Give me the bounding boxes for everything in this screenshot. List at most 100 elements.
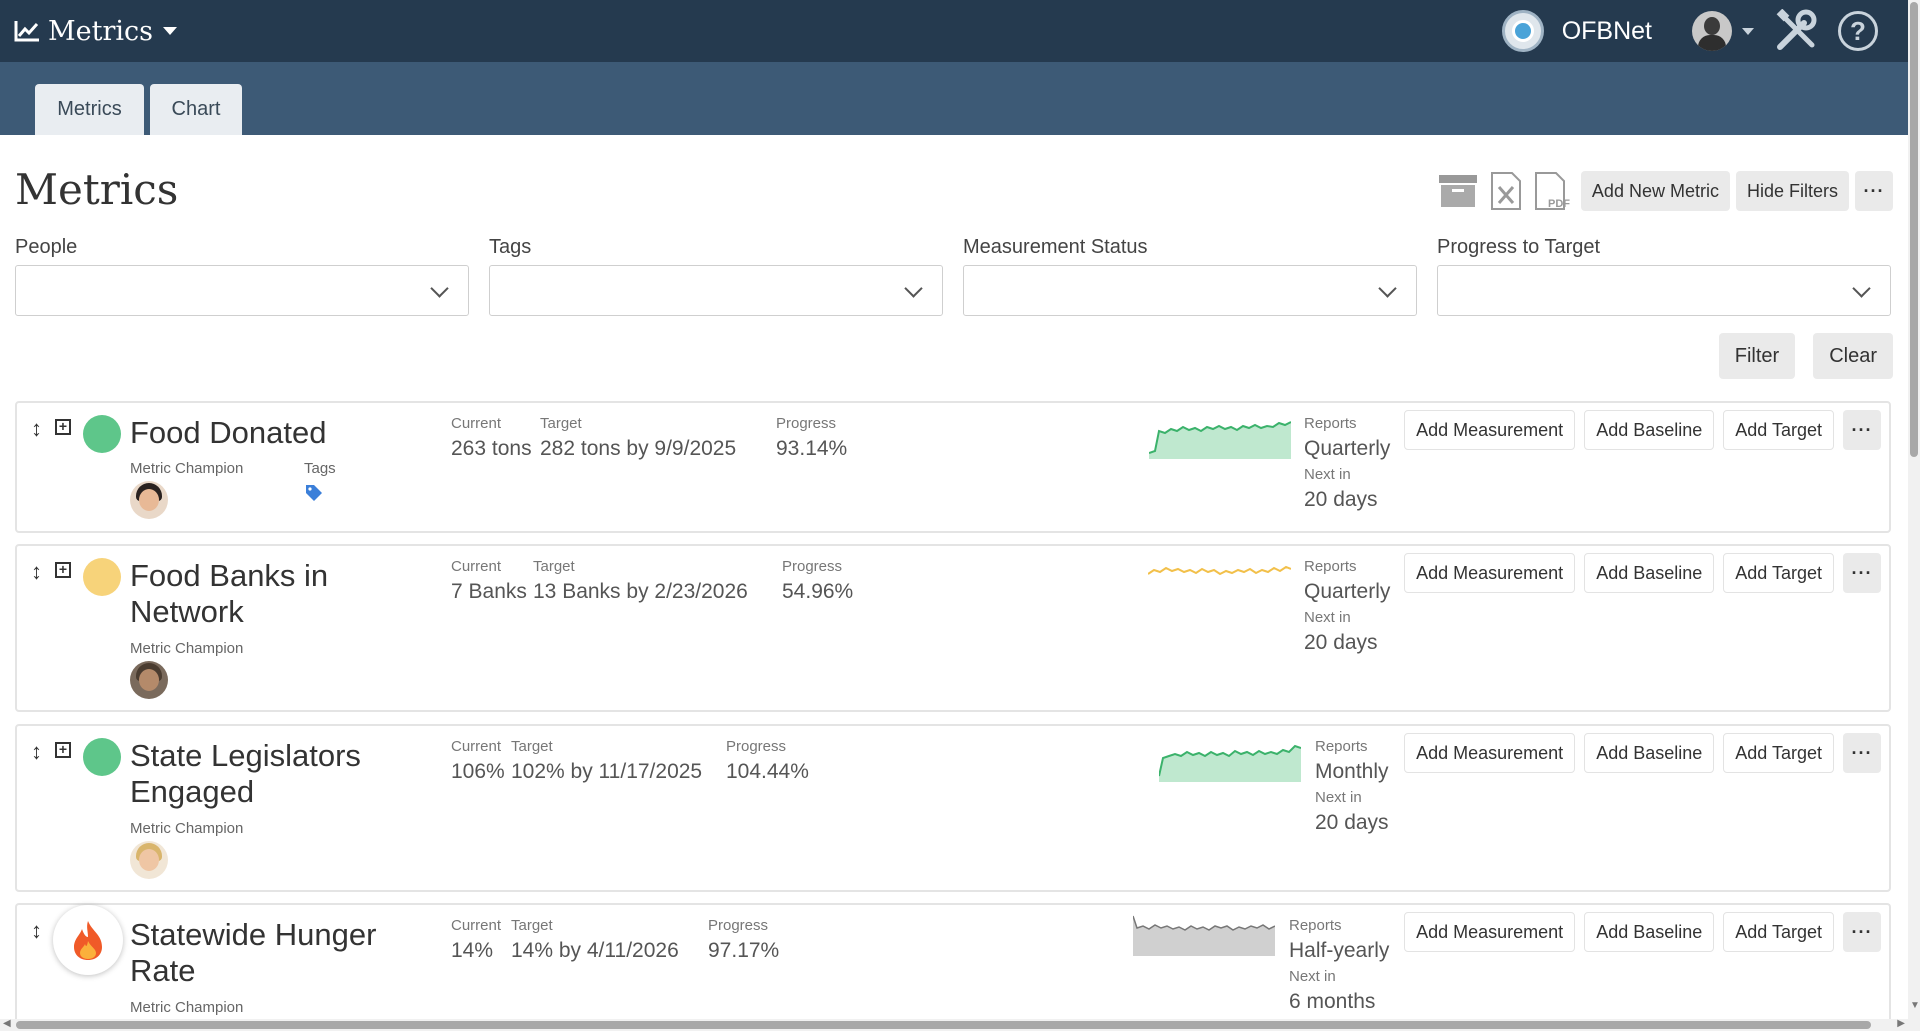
- horizontal-scrollbar[interactable]: ◀ ▶: [0, 1018, 1908, 1031]
- next-in-value: 20 days: [1315, 811, 1389, 834]
- page-title: Metrics: [15, 165, 179, 214]
- tag-icon[interactable]: [305, 484, 323, 502]
- chevron-down-icon: [1378, 279, 1397, 298]
- metric-card: ↕ + Food Banks in Network Metric Champio…: [15, 544, 1891, 712]
- metric-more-button[interactable]: ···: [1843, 410, 1881, 450]
- help-icon[interactable]: ?: [1838, 11, 1878, 51]
- add-measurement-button[interactable]: Add Measurement: [1404, 410, 1576, 450]
- target-label: Target: [540, 415, 582, 432]
- scroll-right-arrow-icon[interactable]: ▶: [1897, 1018, 1905, 1029]
- sparkline: [1159, 744, 1301, 782]
- scroll-left-arrow-icon[interactable]: ◀: [3, 1018, 11, 1029]
- metric-name[interactable]: Food Banks in Network: [130, 558, 440, 630]
- next-in-label: Next in: [1289, 968, 1336, 985]
- sparkline: [1133, 915, 1275, 956]
- add-measurement-button[interactable]: Add Measurement: [1404, 553, 1576, 593]
- more-options-button[interactable]: ···: [1855, 171, 1893, 211]
- reports-value: Half-yearly: [1289, 939, 1390, 962]
- progress-select[interactable]: [1437, 265, 1891, 316]
- line-chart-icon: [14, 21, 39, 42]
- archive-icon[interactable]: [1437, 170, 1479, 212]
- app-title: Metrics: [48, 15, 153, 47]
- progress-value: 104.44%: [726, 760, 809, 783]
- people-select[interactable]: [15, 265, 469, 316]
- org-name[interactable]: OFBNet: [1562, 17, 1652, 46]
- reports-value: Quarterly: [1304, 437, 1391, 460]
- reports-value: Monthly: [1315, 760, 1389, 783]
- champion-avatar[interactable]: [130, 481, 168, 519]
- add-baseline-button[interactable]: Add Baseline: [1584, 912, 1715, 952]
- measurement-status-select[interactable]: [963, 265, 1417, 316]
- add-baseline-button[interactable]: Add Baseline: [1584, 410, 1715, 450]
- add-baseline-button[interactable]: Add Baseline: [1584, 733, 1715, 773]
- current-value: 263 tons: [451, 437, 532, 460]
- hide-filters-button[interactable]: Hide Filters: [1735, 171, 1849, 211]
- target-label: Target: [511, 917, 553, 934]
- add-baseline-button[interactable]: Add Baseline: [1584, 553, 1715, 593]
- tags-filter-label: Tags: [489, 236, 532, 258]
- drag-handle-icon[interactable]: ↕: [31, 559, 42, 585]
- add-measurement-button[interactable]: Add Measurement: [1404, 733, 1576, 773]
- metric-actions: Add Measurement Add Baseline Add Target …: [1404, 912, 1881, 952]
- people-filter-label: People: [15, 236, 78, 258]
- drag-handle-icon[interactable]: ↕: [31, 739, 42, 765]
- expand-icon[interactable]: +: [55, 742, 71, 758]
- user-menu-caret-icon[interactable]: [1742, 27, 1754, 35]
- expand-icon[interactable]: +: [55, 419, 71, 435]
- add-target-button[interactable]: Add Target: [1723, 733, 1834, 773]
- target-value: 14% by 4/11/2026: [511, 939, 679, 962]
- add-target-button[interactable]: Add Target: [1723, 553, 1834, 593]
- svg-text:PDF: PDF: [1548, 198, 1570, 210]
- reports-label: Reports: [1315, 738, 1368, 755]
- status-dot-green: [83, 415, 121, 453]
- scroll-down-arrow-icon[interactable]: ▼: [1910, 1000, 1920, 1011]
- clear-button[interactable]: Clear: [1813, 333, 1893, 379]
- metric-more-button[interactable]: ···: [1843, 912, 1881, 952]
- horizontal-scroll-thumb[interactable]: [16, 1021, 1871, 1029]
- champion-avatar[interactable]: [130, 661, 168, 699]
- tab-metrics[interactable]: Metrics: [35, 84, 144, 135]
- metric-card: ↕ Statewide Hunger Rate Metric Champion …: [15, 903, 1891, 1028]
- metric-champion-label: Metric Champion: [130, 820, 244, 837]
- next-in-value: 6 months: [1289, 990, 1376, 1013]
- reports-label: Reports: [1304, 558, 1357, 575]
- metric-actions: Add Measurement Add Baseline Add Target …: [1404, 410, 1881, 450]
- current-label: Current: [451, 558, 502, 575]
- metric-champion-label: Metric Champion: [130, 999, 244, 1016]
- reports-label: Reports: [1304, 415, 1357, 432]
- metric-name[interactable]: Statewide Hunger Rate: [130, 917, 440, 989]
- tags-select[interactable]: [489, 265, 943, 316]
- user-avatar[interactable]: [1692, 11, 1732, 51]
- drag-handle-icon[interactable]: ↕: [31, 416, 42, 442]
- target-value: 102% by 11/17/2025: [511, 760, 703, 783]
- champion-avatar[interactable]: [130, 841, 168, 879]
- tags-label: Tags: [304, 460, 336, 477]
- status-dot-green: [83, 738, 121, 776]
- current-value: 14%: [451, 939, 494, 962]
- pdf-export-icon[interactable]: PDF: [1533, 170, 1575, 212]
- tab-chart[interactable]: Chart: [150, 84, 242, 135]
- metric-more-button[interactable]: ···: [1843, 733, 1881, 773]
- drag-handle-icon[interactable]: ↕: [31, 918, 42, 944]
- org-logo[interactable]: [1501, 10, 1544, 52]
- tools-icon[interactable]: [1774, 9, 1818, 53]
- add-new-metric-button[interactable]: Add New Metric: [1580, 171, 1730, 211]
- page-toolbar: PDF Add New Metric Hide Filters ···: [1437, 170, 1893, 212]
- expand-icon[interactable]: +: [55, 562, 71, 578]
- current-value: 7 Banks: [451, 580, 527, 603]
- add-measurement-button[interactable]: Add Measurement: [1404, 912, 1576, 952]
- filter-button[interactable]: Filter: [1718, 333, 1796, 379]
- chevron-down-icon: [904, 279, 923, 298]
- vertical-scroll-thumb[interactable]: [1910, 2, 1918, 457]
- metric-name[interactable]: State Legislators Engaged: [130, 738, 440, 810]
- add-target-button[interactable]: Add Target: [1723, 410, 1834, 450]
- excel-export-icon[interactable]: [1485, 170, 1527, 212]
- next-in-label: Next in: [1304, 466, 1351, 483]
- vertical-scrollbar[interactable]: ▼: [1908, 0, 1920, 1031]
- app-menu[interactable]: Metrics: [14, 16, 177, 47]
- add-target-button[interactable]: Add Target: [1723, 912, 1834, 952]
- metric-more-button[interactable]: ···: [1843, 553, 1881, 593]
- next-in-value: 20 days: [1304, 631, 1378, 654]
- metric-card: ↕ + Food Donated Metric Champion Tags Cu…: [15, 401, 1891, 533]
- metric-name[interactable]: Food Donated: [130, 415, 440, 451]
